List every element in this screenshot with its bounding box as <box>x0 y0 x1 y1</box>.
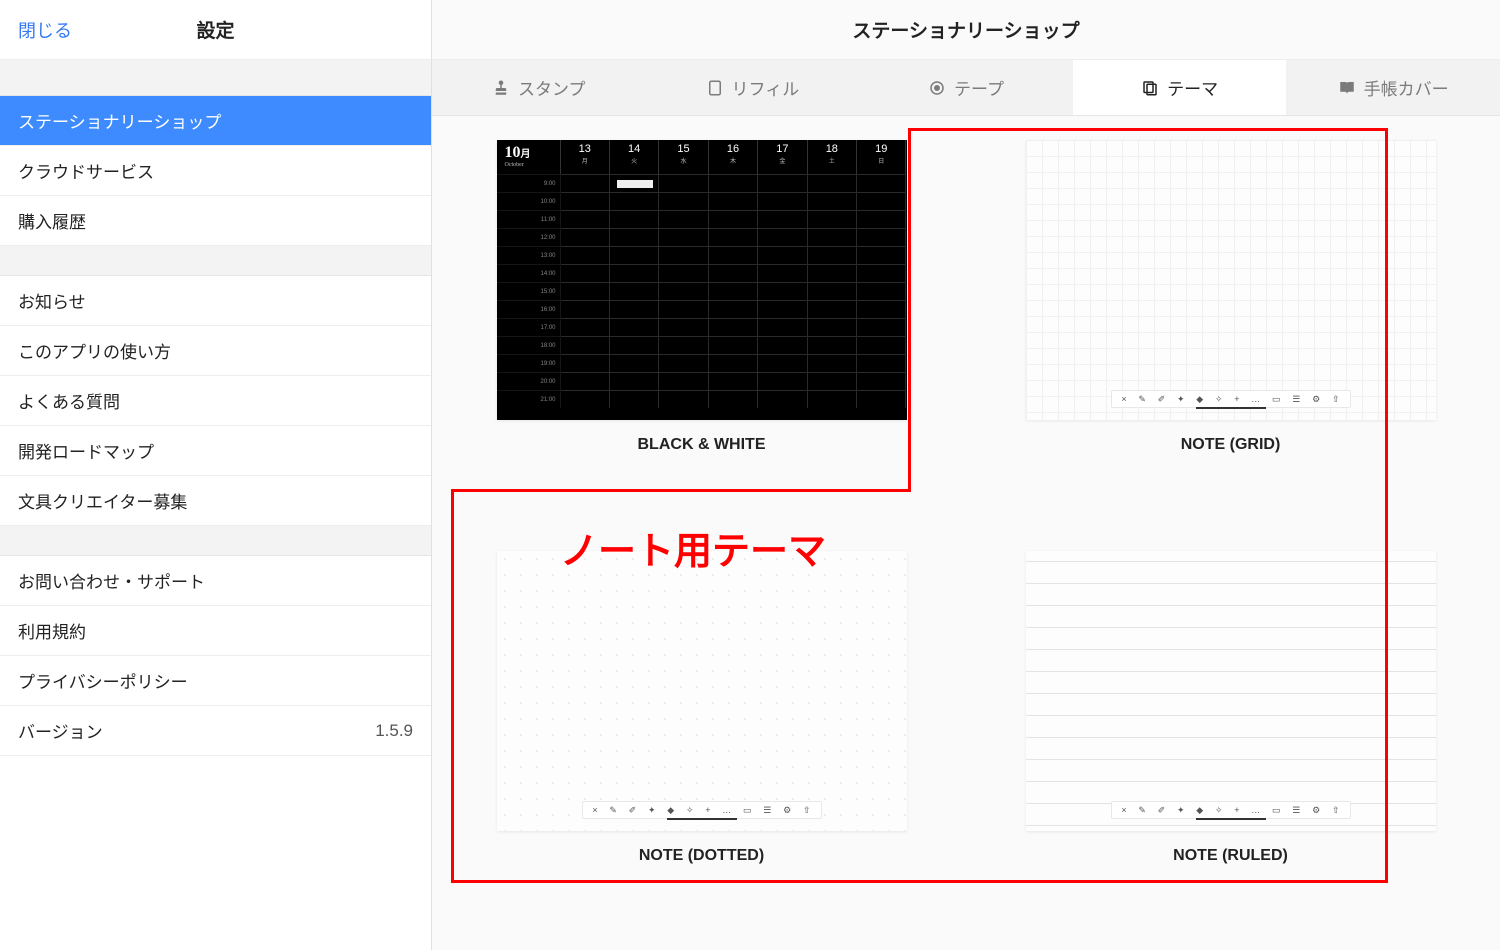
theme-thumbnail: ×✎✐✦◆✧+…▭☰⚙⇧ <box>497 551 907 831</box>
sidebar-gap <box>0 526 431 556</box>
tape-icon <box>928 79 946 97</box>
sidebar-gap <box>0 246 431 276</box>
tab-label: テープ <box>954 75 1004 100</box>
sidebar-item-label: 開発ロードマップ <box>18 438 154 463</box>
theme-thumbnail: ×✎✐✦◆✧+…▭☰⚙⇧ <box>1026 551 1436 831</box>
sidebar-item-label: 文具クリエイター募集 <box>18 488 187 513</box>
main-panel: ステーショナリーショップ スタンプ リフィル テープ テーマ 手帳カバー <box>432 0 1500 950</box>
theme-card-note-dotted[interactable]: ×✎✐✦◆✧+…▭☰⚙⇧ NOTE (DOTTED) <box>462 551 941 926</box>
theme-grid: 10月October 13月 14火 15水 16木 17金 18土 19日 9… <box>432 116 1500 950</box>
sidebar-item-creator-recruit[interactable]: 文具クリエイター募集 <box>0 476 431 526</box>
sidebar-item-cloud-service[interactable]: クラウドサービス <box>0 146 431 196</box>
sidebar-item-purchase-history[interactable]: 購入履歴 <box>0 196 431 246</box>
main-title: ステーショナリーショップ <box>852 16 1079 43</box>
tab-label: リフィル <box>732 75 800 100</box>
toolbar-preview: ×✎✐✦◆✧+…▭☰⚙⇧ <box>1111 801 1351 819</box>
sidebar-item-stationery-shop[interactable]: ステーショナリーショップ <box>0 96 431 146</box>
toolbar-preview: ×✎✐✦◆✧+…▭☰⚙⇧ <box>1111 390 1351 408</box>
stamp-icon <box>492 79 510 97</box>
sidebar-item-roadmap[interactable]: 開発ロードマップ <box>0 426 431 476</box>
cover-icon <box>1338 79 1356 97</box>
theme-icon <box>1141 79 1159 97</box>
toolbar-preview: ×✎✐✦◆✧+…▭☰⚙⇧ <box>582 801 822 819</box>
tab-label: 手帳カバー <box>1364 75 1449 100</box>
theme-thumbnail: 10月October 13月 14火 15水 16木 17金 18土 19日 9… <box>497 140 907 420</box>
theme-label: NOTE (RULED) <box>1173 847 1288 865</box>
sidebar-item-label: ステーショナリーショップ <box>18 108 221 133</box>
sidebar-item-version: バージョン 1.5.9 <box>0 706 431 756</box>
sidebar-item-faq[interactable]: よくある質問 <box>0 376 431 426</box>
refill-icon <box>706 79 724 97</box>
tab-label: スタンプ <box>518 75 586 100</box>
theme-thumbnail: ×✎✐✦◆✧+…▭☰⚙⇧ <box>1026 140 1436 420</box>
theme-card-note-grid[interactable]: ×✎✐✦◆✧+…▭☰⚙⇧ NOTE (GRID) <box>991 140 1470 515</box>
tab-stamp[interactable]: スタンプ <box>432 60 646 115</box>
tab-refill[interactable]: リフィル <box>646 60 860 115</box>
tab-cover[interactable]: 手帳カバー <box>1286 60 1500 115</box>
sidebar-item-label: よくある質問 <box>18 388 120 413</box>
sidebar-item-label: プライバシーポリシー <box>18 668 188 693</box>
tab-label: テーマ <box>1167 75 1218 100</box>
close-button[interactable]: 閉じる <box>18 17 72 43</box>
sidebar-header: 閉じる 設定 <box>0 0 431 60</box>
sidebar-item-support[interactable]: お問い合わせ・サポート <box>0 556 431 606</box>
sidebar-item-label: 購入履歴 <box>18 208 86 233</box>
theme-card-black-white[interactable]: 10月October 13月 14火 15水 16木 17金 18土 19日 9… <box>462 140 941 515</box>
sidebar-item-privacy[interactable]: プライバシーポリシー <box>0 656 431 706</box>
tab-tape[interactable]: テープ <box>859 60 1073 115</box>
tab-theme[interactable]: テーマ <box>1073 60 1287 115</box>
sidebar-item-label: お問い合わせ・サポート <box>18 568 205 593</box>
sidebar-item-label: このアプリの使い方 <box>18 338 171 363</box>
sidebar-item-terms[interactable]: 利用規約 <box>0 606 431 656</box>
sidebar-gap <box>0 60 431 96</box>
sidebar-item-label: クラウドサービス <box>18 158 154 183</box>
theme-label: NOTE (GRID) <box>1181 436 1281 454</box>
version-number: 1.5.9 <box>375 721 413 741</box>
main-header: ステーショナリーショップ <box>432 0 1500 60</box>
settings-sidebar: 閉じる 設定 ステーショナリーショップ クラウドサービス 購入履歴 お知らせ こ… <box>0 0 432 950</box>
shop-tabbar: スタンプ リフィル テープ テーマ 手帳カバー <box>432 60 1500 116</box>
theme-label: BLACK & WHITE <box>638 436 766 454</box>
theme-card-note-ruled[interactable]: ×✎✐✦◆✧+…▭☰⚙⇧ NOTE (RULED) <box>991 551 1470 926</box>
theme-label: NOTE (DOTTED) <box>639 847 764 865</box>
sidebar-item-howto[interactable]: このアプリの使い方 <box>0 326 431 376</box>
sidebar-item-news[interactable]: お知らせ <box>0 276 431 326</box>
sidebar-item-label: お知らせ <box>18 288 86 313</box>
sidebar-item-label: 利用規約 <box>18 618 86 643</box>
sidebar-item-label: バージョン <box>18 718 103 743</box>
